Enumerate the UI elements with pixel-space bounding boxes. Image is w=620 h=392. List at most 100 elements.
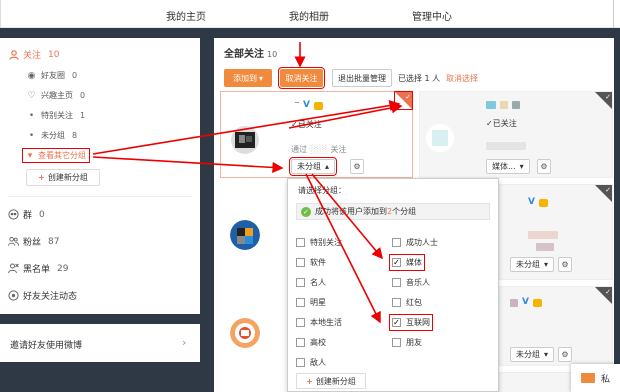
checkbox-icon[interactable] [296, 278, 305, 287]
user-card[interactable]: ✓ V 未分组 ▾ ⚙ [499, 184, 613, 280]
checkbox-icon[interactable] [296, 258, 305, 267]
dropdown-create-group-button[interactable]: + 创建新分组 [296, 373, 366, 389]
sidebar-item-count: 0 [72, 71, 78, 80]
name-mosaic [512, 101, 520, 109]
user-card[interactable]: ✓ ✓已关注 媒体... ▾ ⚙ [419, 91, 613, 178]
sidebar-item-friends-circle[interactable]: ◉ 好友圈 0 [26, 70, 78, 81]
sidebar-item-count: 0 [80, 91, 86, 100]
heart-icon: ♡ [27, 90, 36, 101]
exit-batch-button[interactable]: 退出批量管理 [332, 69, 392, 87]
sidebar-item-ungrouped[interactable]: • 未分组 8 [26, 130, 77, 141]
group-select-label: 媒体... [492, 162, 516, 171]
caret-down-icon: ▾ [27, 150, 33, 161]
follow-source-prefix: 通过 [291, 145, 307, 154]
sidebar-item-follow[interactable]: 关注 10 [8, 48, 59, 61]
sidebar-item-friend-activity[interactable]: 好友关注动态 [8, 289, 77, 302]
checkbox-icon[interactable] [296, 318, 305, 327]
group-select[interactable]: 未分组 ▴ [288, 157, 338, 176]
avatar [231, 126, 259, 154]
group-option-label: 敌人 [310, 358, 326, 367]
cancel-selection-link[interactable]: 取消选择 [446, 73, 478, 84]
group-option-label: 软件 [310, 258, 326, 267]
user-card[interactable]: ✓ V 未分组 ▾ ⚙ [499, 286, 613, 366]
checkbox-icon[interactable] [296, 238, 305, 247]
group-option-11[interactable]: 朋友 [392, 337, 422, 348]
blacklist-icon [8, 263, 19, 274]
page-title-count: 10 [267, 50, 278, 59]
group-option-6[interactable]: 明星 [296, 297, 326, 308]
checkbox-icon[interactable] [296, 338, 305, 347]
group-option-8[interactable]: 本地生活 [296, 317, 342, 328]
sidebar-item-fans[interactable]: 粉丝 87 [8, 235, 59, 248]
card-select-toggle[interactable]: ✓ [595, 287, 612, 304]
group-option-4[interactable]: 名人 [296, 277, 326, 288]
sidebar-item-count: 87 [48, 236, 60, 247]
group-option-2[interactable]: 软件 [296, 257, 326, 268]
avatar [426, 124, 454, 152]
group-option-label: 媒体 [406, 258, 422, 267]
user-card[interactable] [220, 184, 288, 280]
group-option-9[interactable]: ✓ 互联网 [389, 314, 433, 331]
nav-my-homepage[interactable]: 我的主页 [166, 8, 206, 23]
invite-label: 邀请好友使用微博 [10, 341, 83, 351]
sidebar-item-label: 好友关注动态 [23, 292, 78, 302]
name-mosaic [510, 299, 518, 307]
unfollow-button[interactable]: 取消关注 [278, 67, 325, 89]
view-other-groups-link[interactable]: ▾ 查看其它分组 [22, 148, 90, 163]
success-prefix: 成功将该用户添加到 [315, 207, 387, 216]
sidebar-item-groups[interactable]: 群 0 [8, 208, 45, 221]
checkbox-icon[interactable] [296, 298, 305, 307]
group-option-12[interactable]: 敌人 [296, 357, 326, 368]
group-option-0[interactable]: 特别关注 [296, 237, 342, 248]
card-select-toggle[interactable]: ✓ [394, 91, 413, 110]
checkbox-checked-icon[interactable]: ✓ [392, 318, 401, 327]
left-sidebar: 关注 10 ◉ 好友圈 0 ♡ 兴趣主页 0 • 特别关注 1 • 未分组 8 … [0, 38, 200, 314]
group-option-7[interactable]: 红包 [392, 297, 422, 308]
name-mosaic [486, 101, 496, 109]
group-select[interactable]: 未分组 ▾ [510, 347, 555, 362]
user-card[interactable] [220, 286, 288, 386]
group-option-5[interactable]: 音乐人 [392, 277, 430, 288]
checkbox-icon[interactable] [392, 278, 401, 287]
group-select[interactable]: 媒体... ▾ [486, 159, 530, 174]
card-select-toggle[interactable]: ✓ [595, 92, 612, 109]
group-option-label: 名人 [310, 278, 326, 287]
group-select[interactable]: 未分组 ▾ [510, 257, 555, 272]
checkbox-icon[interactable] [392, 238, 401, 247]
sidebar-item-label: 特别关注 [41, 111, 73, 120]
sidebar-item-count: 29 [57, 263, 69, 274]
sidebar-item-label: 粉丝 [23, 238, 42, 248]
invite-friends-link[interactable]: 邀请好友使用微博 › [0, 324, 200, 362]
private-message-label: 私 [601, 374, 611, 385]
settings-gear-icon[interactable]: ⚙ [350, 159, 364, 174]
settings-gear-icon[interactable]: ⚙ [558, 257, 572, 272]
group-option-label: 成功人士 [406, 238, 438, 247]
card-select-toggle[interactable]: ✓ [595, 185, 612, 202]
group-option-3[interactable]: ✓ 媒体 [389, 254, 425, 271]
group-option-1[interactable]: 成功人士 [392, 237, 438, 248]
nav-my-album[interactable]: 我的相册 [289, 8, 329, 23]
group-option-10[interactable]: 高校 [296, 337, 326, 348]
sidebar-item-special-follow[interactable]: • 特别关注 1 [26, 110, 85, 121]
checkbox-icon[interactable] [392, 338, 401, 347]
verified-badge: V [522, 297, 529, 307]
sidebar-item-blacklist[interactable]: 黑名单 29 [8, 262, 68, 275]
checkbox-icon[interactable] [296, 358, 305, 367]
follow-status-label: 已关注 [297, 120, 322, 129]
checkbox-icon[interactable] [392, 298, 401, 307]
settings-gear-icon[interactable]: ⚙ [558, 347, 572, 362]
success-suffix: 个分组 [392, 207, 417, 216]
envelope-icon [581, 373, 595, 383]
nav-admin-center[interactable]: 管理中心 [412, 8, 452, 23]
settings-gear-icon[interactable]: ⚙ [537, 159, 551, 174]
caret-up-icon: ▴ [325, 162, 330, 171]
checkbox-checked-icon[interactable]: ✓ [392, 258, 401, 267]
sidebar-item-interest-page[interactable]: ♡ 兴趣主页 0 [26, 90, 85, 101]
person-icon [8, 49, 19, 60]
private-message-tab[interactable]: 私 [571, 364, 620, 392]
sidebar-item-count: 8 [72, 131, 78, 140]
add-to-group-button[interactable]: 添加到 ▾ [224, 69, 272, 87]
user-card-selected[interactable]: ✓ V ✓已关注 通过 ░░░ 关注 未分组 ▴ ⚙ [220, 91, 413, 178]
create-group-button[interactable]: + 创建新分组 [26, 169, 100, 186]
group-option-label: 特别关注 [310, 238, 342, 247]
